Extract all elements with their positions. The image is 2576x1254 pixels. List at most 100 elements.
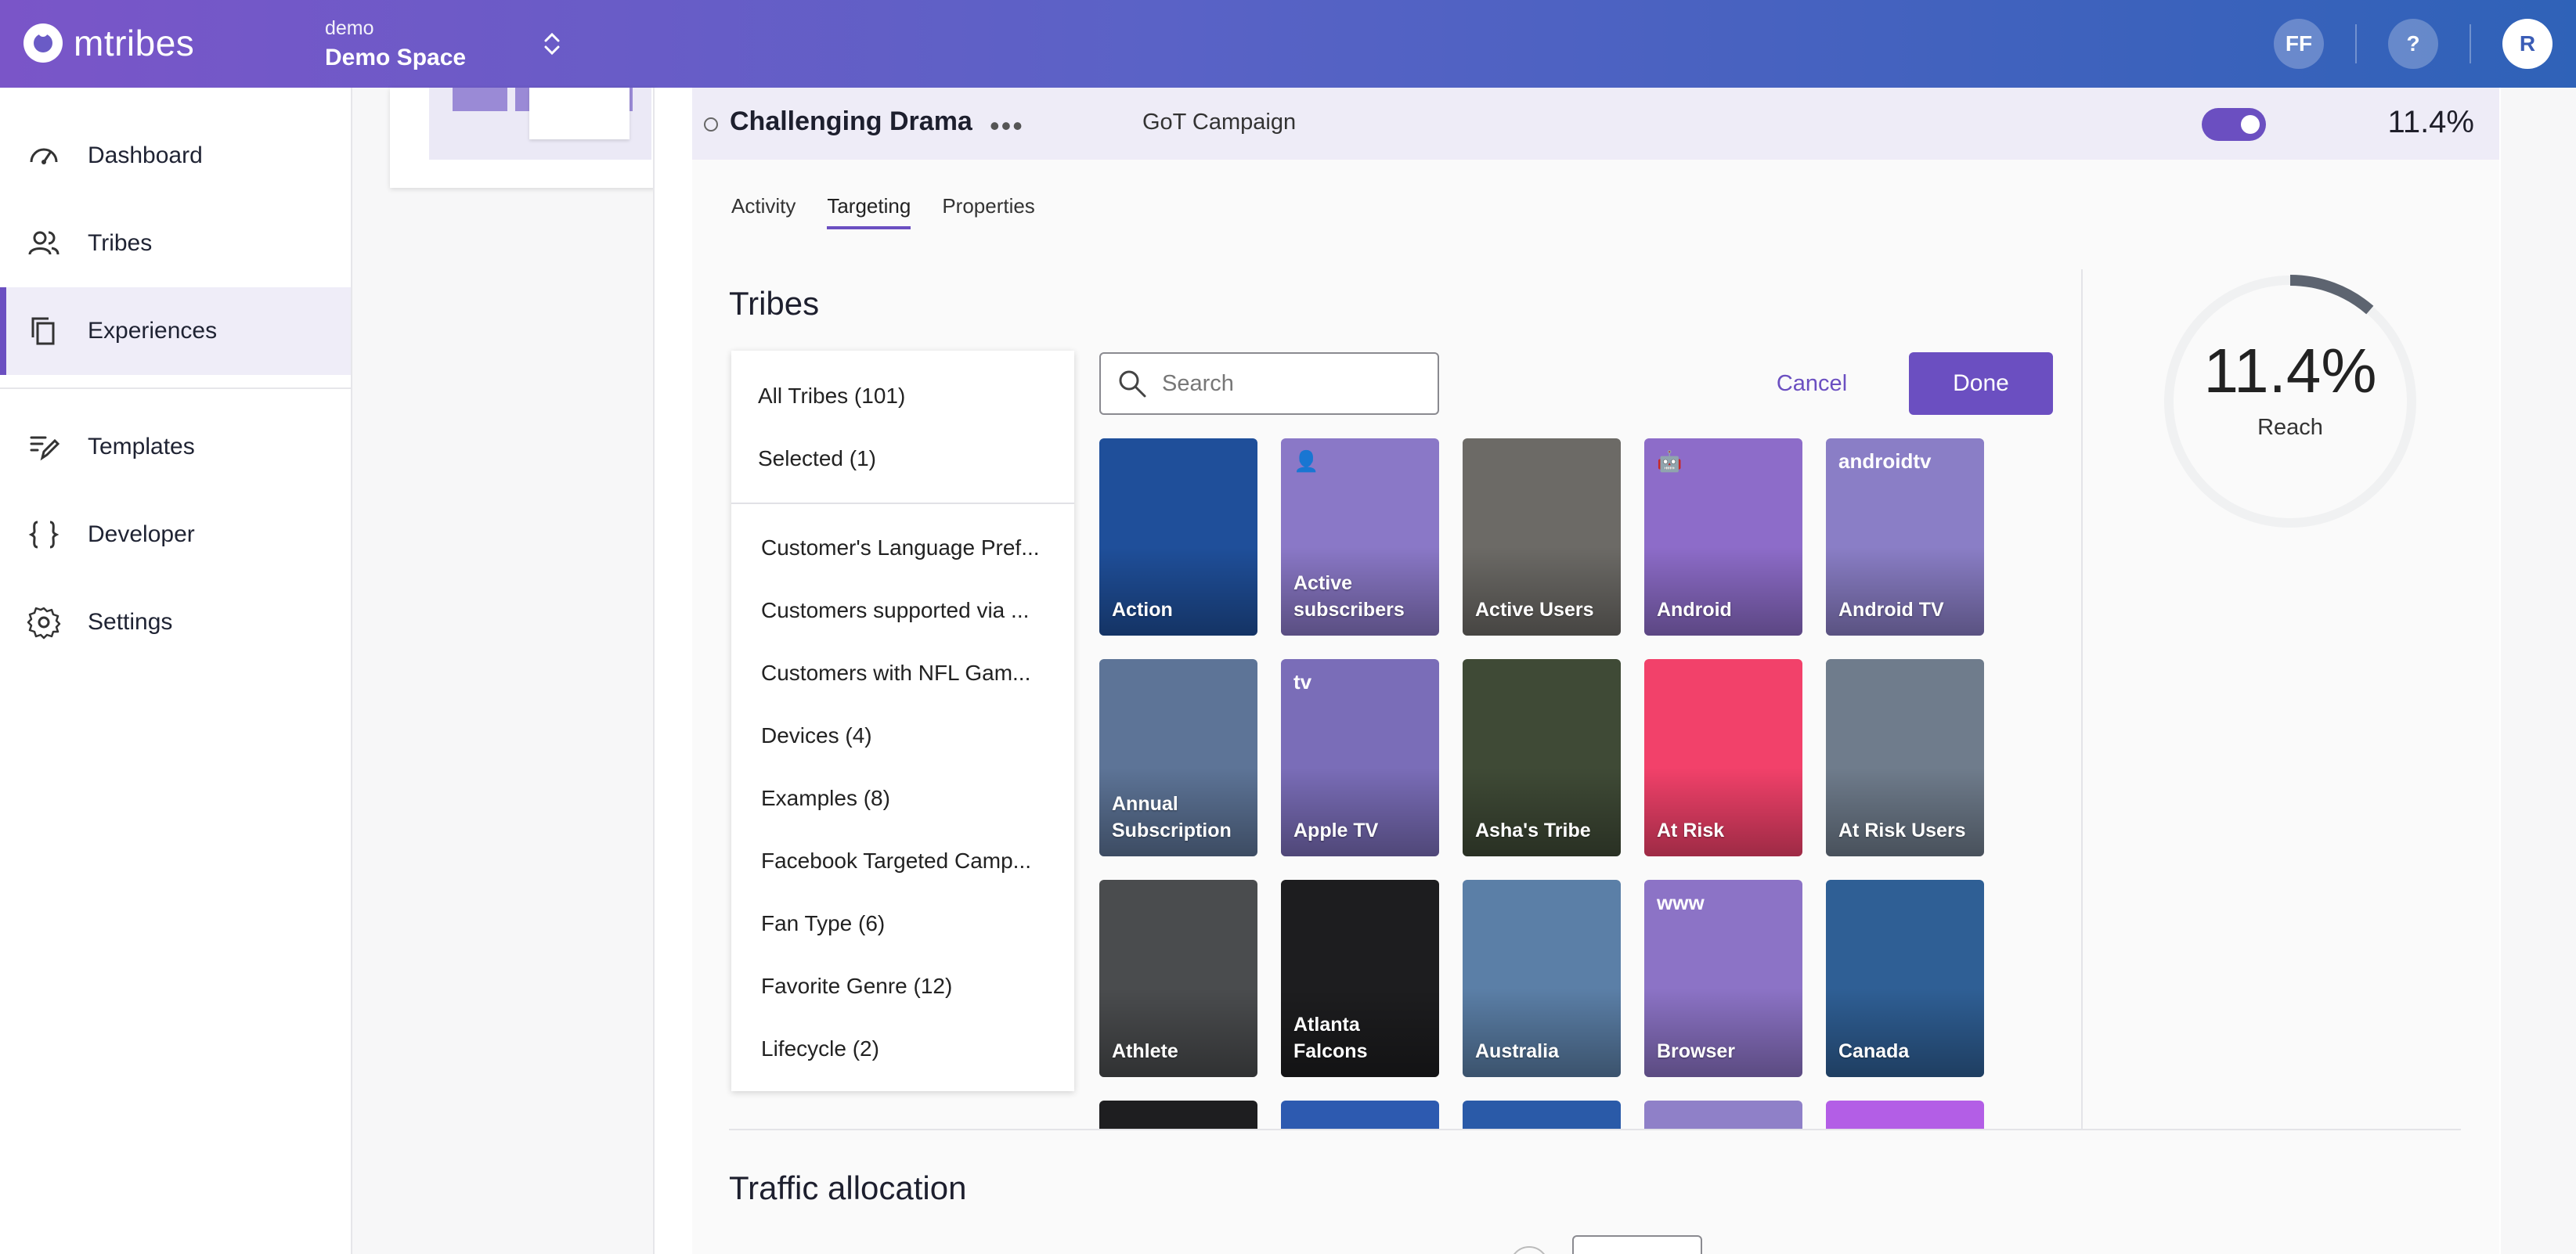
tribe-tile-label: Action — [1112, 599, 1173, 621]
tribe-tile[interactable]: Annual Subscription — [1099, 659, 1257, 856]
tile-shade — [1281, 1101, 1439, 1129]
sidebar-divider — [0, 387, 351, 389]
vertical-divider — [2081, 269, 2083, 1129]
mtribes-logo-icon — [23, 23, 63, 63]
user-avatar-button[interactable]: R — [2502, 19, 2553, 69]
sidebar-item-templates[interactable]: Templates — [0, 403, 351, 491]
chevron-updown-icon[interactable] — [540, 28, 564, 59]
tribe-tile[interactable]: Athlete — [1099, 880, 1257, 1077]
tile-badge-icon: tv — [1293, 670, 1312, 694]
search-icon — [1119, 370, 1146, 398]
tile-shade — [1099, 1101, 1257, 1129]
experience-name: Challenging Drama — [730, 106, 972, 136]
app-logo[interactable]: mtribes — [23, 19, 194, 67]
space-name: Demo Space — [325, 45, 467, 70]
header-divider — [2470, 24, 2471, 63]
edit-icon — [30, 436, 60, 461]
filter-category[interactable]: Examples (8) — [761, 786, 890, 811]
tribe-tile[interactable]: Atlanta Falcons — [1281, 880, 1439, 1077]
sidebar-item-developer[interactable]: Developer — [0, 491, 351, 578]
tribe-tile-label: Athlete — [1112, 1040, 1178, 1062]
tile-badge-icon: 👤 — [1293, 449, 1319, 473]
tribe-tile-label: Active subscribers — [1293, 572, 1405, 621]
filter-category[interactable]: Devices (4) — [761, 723, 872, 748]
preview-block — [529, 88, 630, 139]
tribe-tile-label: Android — [1657, 599, 1732, 621]
cancel-button[interactable]: Cancel — [1757, 352, 1867, 415]
sidebar-item-label: Settings — [88, 609, 173, 635]
tribe-tile[interactable]: Asha's Tribe — [1463, 659, 1621, 856]
tribe-tile[interactable]: www Browser — [1644, 880, 1802, 1077]
tile-badge-icon: 🤖 — [1657, 449, 1683, 473]
tribe-tile[interactable] — [1099, 1101, 1257, 1129]
tribe-tile[interactable]: Australia — [1463, 880, 1621, 1077]
dashboard-icon — [30, 148, 58, 164]
tribe-tile-label: At Risk Users — [1838, 820, 1966, 841]
preview-block — [453, 88, 507, 111]
tribe-tile[interactable] — [1826, 1101, 1984, 1129]
sidebar: Dashboard Tribes Experiences Templates D… — [0, 88, 352, 1254]
sidebar-item-settings[interactable]: Settings — [0, 578, 351, 666]
campaign-name: GoT Campaign — [1142, 110, 1297, 135]
tribe-tile[interactable]: androidtv Android TV — [1826, 438, 1984, 636]
done-button[interactable]: Done — [1909, 352, 2053, 415]
sidebar-item-tribes[interactable]: Tribes — [0, 200, 351, 287]
tribe-tile-label: Annual Subscription — [1112, 793, 1232, 841]
status-dot — [704, 117, 718, 132]
experience-preview-card[interactable] — [390, 88, 656, 188]
traffic-input[interactable] — [1572, 1235, 1702, 1254]
filter-category[interactable]: Facebook Targeted Camp... — [761, 849, 1031, 874]
tribe-tile[interactable]: Canada — [1826, 880, 1984, 1077]
tile-shade — [1826, 1101, 1984, 1129]
section-divider — [729, 1129, 2461, 1130]
tribe-tile-label: Canada — [1838, 1040, 1910, 1062]
sidebar-item-label: Experiences — [88, 318, 218, 344]
sidebar-item-label: Developer — [88, 521, 195, 547]
sidebar-item-label: Templates — [88, 434, 195, 459]
tribe-tile[interactable]: Active Users — [1463, 438, 1621, 636]
braces-icon — [28, 521, 60, 549]
tribe-tile[interactable]: 👤 Active subscribers — [1281, 438, 1439, 636]
experience-tabs: Activity Targeting Properties — [731, 194, 1066, 229]
gauge-arc — [2289, 275, 2374, 315]
tribe-tile[interactable]: 🤖 Android — [1644, 438, 1802, 636]
tribe-tile[interactable] — [1644, 1101, 1802, 1129]
tribe-tile-label: Browser — [1657, 1040, 1736, 1062]
top-bar: mtribes demo Demo Space FF ? R — [0, 0, 2576, 88]
filter-category[interactable]: Customers with NFL Gam... — [761, 661, 1030, 686]
filter-all-tribes[interactable]: All Tribes (101) — [758, 384, 905, 409]
experience-enabled-toggle[interactable] — [2202, 108, 2266, 141]
filter-category[interactable]: Fan Type (6) — [761, 911, 885, 936]
space-org: demo — [325, 17, 374, 39]
tribe-tile-label: Asha's Tribe — [1475, 820, 1591, 841]
tribe-tile-label: Android TV — [1838, 599, 1944, 621]
tribe-filter-list: All Tribes (101) Selected (1) Customer's… — [731, 351, 1074, 1091]
filter-category[interactable]: Favorite Genre (12) — [761, 974, 952, 999]
copy-icon — [31, 317, 55, 345]
tribe-grid: Action 👤 Active subscribers Active Users 🤖 An… — [1096, 438, 2067, 1129]
filter-category[interactable]: Lifecycle (2) — [761, 1036, 879, 1061]
tribe-tile[interactable] — [1281, 1101, 1439, 1129]
filter-category[interactable]: Customer's Language Pref... — [761, 535, 1040, 560]
filter-selected[interactable]: Selected (1) — [758, 446, 876, 471]
tab-activity[interactable]: Activity — [731, 194, 796, 229]
search-input[interactable] — [1162, 370, 1428, 397]
tribe-tile-label: Apple TV — [1293, 820, 1379, 841]
help-button[interactable]: ? — [2388, 19, 2438, 69]
tribe-tile[interactable]: At Risk Users — [1826, 659, 1984, 856]
tribe-tile[interactable]: tv Apple TV — [1281, 659, 1439, 856]
sidebar-item-experiences[interactable]: Experiences — [0, 287, 351, 375]
tribe-tile[interactable] — [1463, 1101, 1621, 1129]
tribe-search-field[interactable] — [1099, 352, 1439, 415]
tab-targeting[interactable]: Targeting — [827, 194, 911, 229]
space-selector[interactable]: demo Demo Space — [325, 17, 466, 71]
experience-reach-value: 11.4% — [2387, 105, 2474, 139]
filter-category[interactable]: Customers supported via ... — [761, 598, 1029, 623]
tab-properties[interactable]: Properties — [942, 194, 1035, 229]
collaborator-avatar[interactable]: FF — [2274, 19, 2324, 69]
tribe-tile[interactable]: Action — [1099, 438, 1257, 636]
experience-row[interactable]: Challenging Drama ••• GoT Campaign 11.4% — [692, 88, 2499, 160]
more-options-icon[interactable]: ••• — [990, 110, 1024, 142]
sidebar-item-dashboard[interactable]: Dashboard — [0, 112, 351, 200]
tribe-tile[interactable]: At Risk — [1644, 659, 1802, 856]
